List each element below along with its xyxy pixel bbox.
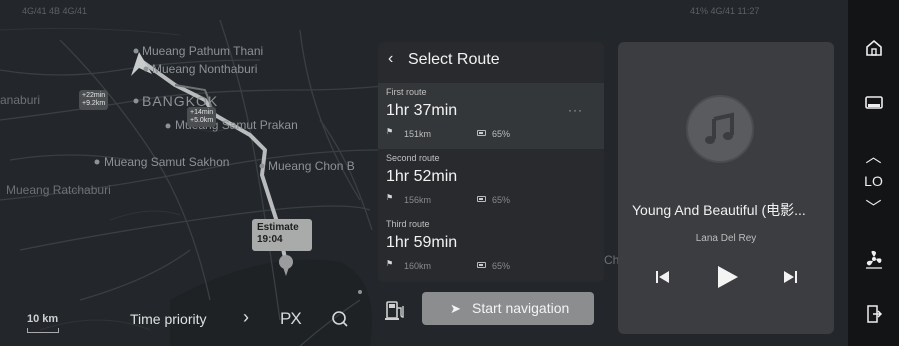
estimate-bubble: Estimate 19:04 bbox=[252, 219, 312, 251]
route-distance: 151km bbox=[404, 129, 432, 139]
fan-icon[interactable] bbox=[848, 248, 899, 275]
chevron-right-icon[interactable]: › bbox=[243, 307, 249, 328]
route-time: 1hr 52min bbox=[386, 168, 458, 185]
start-navigation-label: Start navigation bbox=[472, 300, 570, 316]
route-distance: 160km bbox=[404, 261, 432, 271]
flag-icon: ⚑ bbox=[386, 193, 394, 202]
album-art bbox=[686, 95, 754, 163]
route-time: 1hr 59min bbox=[386, 234, 458, 251]
alt-route-bubble[interactable]: +14min +5.0km bbox=[187, 107, 217, 127]
route-selection-panel: ‹ Select Route First route 1hr 37min ···… bbox=[378, 42, 604, 282]
city-label: anaburi bbox=[0, 93, 41, 107]
previous-icon[interactable] bbox=[653, 267, 673, 292]
alt-route-bubble[interactable]: +22min +9.2km bbox=[79, 90, 109, 110]
search-icon[interactable] bbox=[330, 309, 350, 329]
temperature-value: LO bbox=[864, 173, 883, 189]
route-battery: 65% bbox=[492, 261, 511, 271]
route-option-first[interactable]: First route 1hr 37min ··· ⚑ 151km 65% bbox=[378, 83, 604, 149]
route-distance: 156km bbox=[404, 195, 432, 205]
temp-down-icon[interactable]: ﹀ bbox=[848, 194, 899, 218]
home-icon[interactable] bbox=[848, 38, 899, 63]
time-priority-button[interactable]: Time priority bbox=[130, 311, 207, 327]
route-option-third[interactable]: Third route 1hr 59min ⚑ 160km 65% bbox=[378, 215, 604, 281]
status-left: 4G/41 4B 4G/41 bbox=[22, 6, 88, 16]
right-rail: ︿ LO ﹀ bbox=[848, 0, 899, 346]
flag-icon: ⚑ bbox=[386, 127, 394, 136]
more-options-icon[interactable]: ··· bbox=[568, 103, 583, 117]
scale-label: 10 km bbox=[27, 313, 59, 325]
back-icon[interactable]: ‹ bbox=[388, 50, 393, 68]
flag-icon: ⚑ bbox=[386, 259, 394, 268]
temp-up-icon[interactable]: ︿ bbox=[848, 143, 899, 167]
navigation-arrow-icon: ➤ bbox=[450, 301, 461, 316]
route-battery: 65% bbox=[492, 129, 511, 139]
estimate-label: Estimate bbox=[257, 222, 299, 233]
display-icon[interactable] bbox=[848, 94, 899, 117]
screen: 4G/41 4B 4G/41 41% 4G/41 11:27 Mueang Pa… bbox=[0, 0, 899, 346]
panel-header: ‹ Select Route bbox=[378, 42, 604, 80]
artist-name: Lana Del Rey bbox=[695, 233, 757, 244]
px-icon[interactable]: PX bbox=[280, 309, 302, 329]
status-right: 41% 4G/41 11:27 bbox=[690, 6, 760, 16]
bubble-distance: +5.0km bbox=[190, 117, 214, 124]
city-label: Mueang Nonthaburi bbox=[152, 62, 258, 76]
route-label: First route bbox=[386, 87, 427, 97]
battery-icon bbox=[477, 130, 486, 136]
media-player-card[interactable]: Young And Beautiful (电影... Lana Del Rey bbox=[618, 42, 834, 334]
route-battery: 65% bbox=[492, 195, 511, 205]
route-label: Second route bbox=[386, 153, 440, 163]
play-icon[interactable] bbox=[714, 264, 740, 295]
bubble-time: +14min bbox=[190, 109, 214, 116]
start-navigation-button[interactable]: ➤ Start navigation bbox=[422, 292, 594, 325]
city-label: Mueang Chon B bbox=[268, 159, 355, 173]
route-option-second[interactable]: Second route 1hr 52min ⚑ 156km 65% bbox=[378, 149, 604, 215]
estimate-time: 19:04 bbox=[257, 234, 283, 245]
bubble-time: +22min bbox=[82, 92, 106, 99]
route-label: Third route bbox=[386, 219, 430, 229]
city-label: Mueang Samut Sakhon bbox=[104, 155, 230, 169]
battery-icon bbox=[477, 196, 486, 202]
city-label: Mueang Ratchaburi bbox=[6, 183, 111, 197]
charging-station-icon[interactable] bbox=[384, 298, 408, 322]
music-note-icon bbox=[705, 112, 734, 144]
next-icon[interactable] bbox=[780, 267, 800, 292]
city-label: Mueang Pathum Thani bbox=[142, 44, 264, 58]
battery-icon bbox=[477, 262, 486, 268]
exit-icon[interactable] bbox=[848, 304, 899, 329]
scale-bar bbox=[27, 328, 59, 333]
route-time: 1hr 37min bbox=[386, 102, 458, 119]
bubble-distance: +9.2km bbox=[82, 100, 106, 107]
song-title: Young And Beautiful (电影... bbox=[632, 202, 806, 218]
panel-title: Select Route bbox=[408, 51, 500, 68]
